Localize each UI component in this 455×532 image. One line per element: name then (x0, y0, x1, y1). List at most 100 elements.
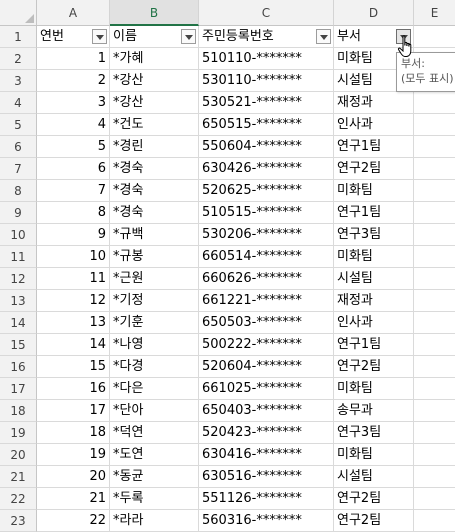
cell-seq[interactable]: 13 (37, 312, 110, 334)
cell-department[interactable]: 연구2팀 (334, 356, 414, 378)
cell-id-number[interactable]: 500222-******* (199, 334, 334, 356)
cell-department[interactable]: 재정과 (334, 92, 414, 114)
empty-cell[interactable] (414, 488, 455, 510)
empty-cell[interactable] (414, 136, 455, 158)
row-header[interactable]: 6 (0, 136, 37, 158)
cell-seq[interactable]: 3 (37, 92, 110, 114)
cell-name[interactable]: *경숙 (110, 202, 199, 224)
empty-cell[interactable] (414, 400, 455, 422)
cell-seq[interactable]: 17 (37, 400, 110, 422)
column-header-b[interactable]: B (110, 0, 199, 26)
cell-name[interactable]: *규봉 (110, 246, 199, 268)
empty-cell[interactable] (414, 356, 455, 378)
empty-cell[interactable] (414, 334, 455, 356)
row-header[interactable]: 1 (0, 26, 37, 48)
row-header[interactable]: 23 (0, 510, 37, 532)
column-header-c[interactable]: C (199, 0, 334, 26)
row-header[interactable]: 4 (0, 92, 37, 114)
cell-seq[interactable]: 4 (37, 114, 110, 136)
row-header[interactable]: 9 (0, 202, 37, 224)
cell-department[interactable]: 미화팀 (334, 246, 414, 268)
cell-id-number[interactable]: 650403-******* (199, 400, 334, 422)
cell-name[interactable]: *라라 (110, 510, 199, 532)
row-header[interactable]: 10 (0, 224, 37, 246)
row-header[interactable]: 5 (0, 114, 37, 136)
cell-seq[interactable]: 2 (37, 70, 110, 92)
cell-name[interactable]: *가혜 (110, 48, 199, 70)
row-header[interactable]: 2 (0, 48, 37, 70)
cell-name[interactable]: *건도 (110, 114, 199, 136)
cell-name[interactable]: *기훈 (110, 312, 199, 334)
row-header[interactable]: 15 (0, 334, 37, 356)
cell-department[interactable]: 인사과 (334, 312, 414, 334)
cell-id-number[interactable]: 660514-******* (199, 246, 334, 268)
cell-id-number[interactable]: 520604-******* (199, 356, 334, 378)
cell-name[interactable]: *단아 (110, 400, 199, 422)
cell-department[interactable]: 미화팀 (334, 378, 414, 400)
cell-department[interactable]: 연구1팀 (334, 334, 414, 356)
cell-name[interactable]: *덕연 (110, 422, 199, 444)
empty-cell[interactable] (414, 312, 455, 334)
cell-name[interactable]: *경숙 (110, 180, 199, 202)
cell-seq[interactable]: 16 (37, 378, 110, 400)
cell-seq[interactable]: 19 (37, 444, 110, 466)
cell-name[interactable]: *두록 (110, 488, 199, 510)
empty-cell[interactable] (414, 224, 455, 246)
cell-id-number[interactable]: 661221-******* (199, 290, 334, 312)
cell-seq[interactable]: 1 (37, 48, 110, 70)
cell-name[interactable]: *경숙 (110, 158, 199, 180)
cell-seq[interactable]: 5 (37, 136, 110, 158)
cell-seq[interactable]: 15 (37, 356, 110, 378)
cell-department[interactable]: 연구2팀 (334, 488, 414, 510)
empty-cell[interactable] (414, 422, 455, 444)
cell-department[interactable]: 미화팀 (334, 444, 414, 466)
cell-id-number[interactable]: 661025-******* (199, 378, 334, 400)
cell-department[interactable]: 인사과 (334, 114, 414, 136)
empty-cell[interactable] (414, 378, 455, 400)
column-header-a[interactable]: A (37, 0, 110, 26)
row-header[interactable]: 13 (0, 290, 37, 312)
cell-department[interactable]: 연구1팀 (334, 202, 414, 224)
cell-name[interactable]: *도연 (110, 444, 199, 466)
empty-cell[interactable] (414, 158, 455, 180)
header-cell-seq[interactable]: 연번 (37, 26, 110, 48)
select-all-corner[interactable] (0, 0, 37, 26)
cell-department[interactable]: 연구2팀 (334, 158, 414, 180)
cell-name[interactable]: *규백 (110, 224, 199, 246)
filter-dropdown-icon[interactable] (181, 29, 196, 44)
cell-id-number[interactable]: 550604-******* (199, 136, 334, 158)
row-header[interactable]: 12 (0, 268, 37, 290)
cell-id-number[interactable]: 520423-******* (199, 422, 334, 444)
cell-name[interactable]: *근원 (110, 268, 199, 290)
cell-seq[interactable]: 6 (37, 158, 110, 180)
cell-name[interactable]: *경린 (110, 136, 199, 158)
cell-id-number[interactable]: 660626-******* (199, 268, 334, 290)
cell-seq[interactable]: 21 (37, 488, 110, 510)
cell-seq[interactable]: 18 (37, 422, 110, 444)
header-cell-name[interactable]: 이름 (110, 26, 199, 48)
row-header[interactable]: 18 (0, 400, 37, 422)
cell-department[interactable]: 연구1팀 (334, 136, 414, 158)
cell-name[interactable]: *강산 (110, 92, 199, 114)
cell-id-number[interactable]: 630416-******* (199, 444, 334, 466)
header-cell-id-number[interactable]: 주민등록번호 (199, 26, 334, 48)
row-header[interactable]: 17 (0, 378, 37, 400)
cell-id-number[interactable]: 530110-******* (199, 70, 334, 92)
empty-cell[interactable] (414, 246, 455, 268)
cell-seq[interactable]: 22 (37, 510, 110, 532)
empty-cell[interactable] (414, 268, 455, 290)
cell-department[interactable]: 미화팀 (334, 180, 414, 202)
cell-seq[interactable]: 9 (37, 224, 110, 246)
cell-seq[interactable]: 20 (37, 466, 110, 488)
cell-department[interactable]: 연구3팀 (334, 224, 414, 246)
empty-cell[interactable] (414, 92, 455, 114)
cell-name[interactable]: *다은 (110, 378, 199, 400)
empty-cell[interactable] (414, 114, 455, 136)
empty-cell[interactable] (414, 26, 455, 48)
cell-id-number[interactable]: 530521-******* (199, 92, 334, 114)
empty-cell[interactable] (414, 466, 455, 488)
cell-id-number[interactable]: 551126-******* (199, 488, 334, 510)
cell-id-number[interactable]: 510110-******* (199, 48, 334, 70)
cell-name[interactable]: *다경 (110, 356, 199, 378)
cell-id-number[interactable]: 520625-******* (199, 180, 334, 202)
